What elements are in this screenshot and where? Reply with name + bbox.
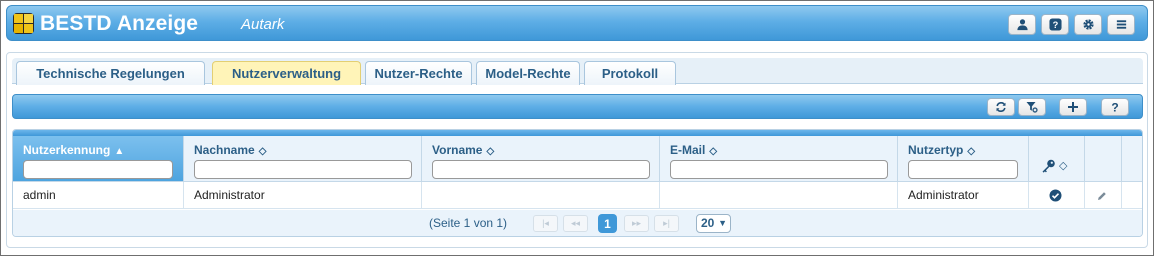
- grid-help-button[interactable]: ?: [1101, 98, 1129, 116]
- key-icon: [1042, 159, 1055, 173]
- cell-vorname: [422, 182, 660, 209]
- user-icon: [1016, 19, 1028, 31]
- help-icon: ?: [1048, 18, 1062, 31]
- next-page-icon: ▸▸: [631, 218, 642, 228]
- edit-icon[interactable]: [1097, 191, 1107, 201]
- user-grid: Nutzerkennung ▲ Nachname ◇ Vorname ◇ E-Mail…: [12, 129, 1143, 237]
- cell-nutzertyp: Administrator: [898, 182, 1029, 209]
- app-header: BESTD Anzeige Autark ?: [6, 5, 1148, 41]
- tab-nutzerverwaltung[interactable]: Nutzerverwaltung: [212, 61, 361, 85]
- column-label: Nutzertyp: [908, 143, 964, 157]
- clear-filter-icon: [1026, 102, 1038, 113]
- grid-toolbar: ?: [12, 94, 1143, 119]
- svg-text:?: ?: [1052, 20, 1058, 30]
- filter-nachname[interactable]: [194, 160, 412, 179]
- filter-vorname[interactable]: [432, 160, 650, 179]
- cell-action: [1085, 182, 1122, 209]
- gear-icon: [1082, 19, 1094, 30]
- clear-filter-button[interactable]: [1018, 98, 1046, 116]
- column-label: Nachname: [194, 143, 255, 157]
- column-header-extra: [1122, 136, 1142, 182]
- sort-asc-icon: ▲: [114, 146, 125, 157]
- column-header-nutzerkennung[interactable]: Nutzerkennung ▲: [13, 136, 184, 182]
- sort-both-icon: ◇: [486, 146, 495, 157]
- column-header-nachname[interactable]: Nachname ◇: [184, 136, 422, 182]
- cell-email: [660, 182, 898, 209]
- prev-page-icon: ◂◂: [570, 218, 581, 228]
- chevron-down-icon: ▼: [718, 218, 727, 228]
- sort-both-icon: ◇: [967, 146, 976, 157]
- sort-both-icon: ◇: [1059, 160, 1068, 172]
- user-button[interactable]: [1008, 14, 1036, 35]
- tab-nutzer-rechte[interactable]: Nutzer-Rechte: [365, 61, 472, 85]
- cell-extra: [1122, 182, 1142, 209]
- tab-model-rechte[interactable]: Model-Rechte: [476, 61, 580, 85]
- sort-both-icon: ◇: [709, 146, 718, 157]
- add-icon: [1068, 102, 1078, 112]
- svg-text:?: ?: [1111, 101, 1118, 113]
- tab-protokoll[interactable]: Protokoll: [584, 61, 676, 85]
- filter-nutzertyp[interactable]: [908, 160, 1018, 179]
- help-icon: ?: [1111, 101, 1118, 113]
- column-label: Vorname: [432, 143, 483, 157]
- add-button[interactable]: [1059, 98, 1087, 116]
- first-page-button[interactable]: |◂: [533, 215, 558, 232]
- check-icon: [1049, 189, 1062, 202]
- settings-button[interactable]: [1074, 14, 1102, 35]
- app-window: BESTD Anzeige Autark ? Technische Regelu…: [0, 0, 1154, 256]
- refresh-icon: [996, 101, 1006, 113]
- pager-status: (Seite 1 von 1): [429, 216, 508, 230]
- cell-key-status: [1029, 182, 1085, 209]
- sort-both-icon: ◇: [258, 146, 267, 157]
- app-subtitle: Autark: [241, 16, 285, 33]
- first-page-icon: |◂: [542, 218, 549, 228]
- filter-email[interactable]: [670, 160, 888, 179]
- column-header-key[interactable]: ◇: [1029, 136, 1085, 182]
- table-row[interactable]: admin Administrator Administrator: [13, 182, 1142, 209]
- page-size-select[interactable]: 20 ▼: [696, 214, 731, 233]
- menu-icon: [1116, 20, 1126, 29]
- prev-page-button[interactable]: ◂◂: [563, 215, 588, 232]
- column-header-nutzertyp[interactable]: Nutzertyp ◇: [898, 136, 1029, 182]
- tab-bar: Technische Regelungen Nutzerverwaltung N…: [12, 58, 1143, 85]
- menu-button[interactable]: [1107, 14, 1135, 35]
- column-header-email[interactable]: E-Mail ◇: [660, 136, 898, 182]
- last-page-icon: ▸|: [663, 218, 670, 228]
- column-header-action: [1085, 136, 1122, 182]
- cell-nachname: Administrator: [184, 182, 422, 209]
- filter-nutzerkennung[interactable]: [23, 160, 173, 179]
- app-logo-icon: [13, 13, 34, 34]
- help-button[interactable]: ?: [1041, 14, 1069, 35]
- column-header-vorname[interactable]: Vorname ◇: [422, 136, 660, 182]
- cell-nutzerkennung: admin: [13, 182, 184, 209]
- current-page[interactable]: 1: [598, 214, 617, 233]
- app-title: BESTD Anzeige: [40, 12, 199, 35]
- last-page-button[interactable]: ▸|: [654, 215, 679, 232]
- tab-technische-regelungen[interactable]: Technische Regelungen: [16, 61, 205, 85]
- next-page-button[interactable]: ▸▸: [624, 215, 649, 232]
- refresh-button[interactable]: [987, 98, 1015, 116]
- page-size-value: 20: [701, 216, 715, 230]
- column-label: Nutzerkennung: [23, 143, 111, 157]
- column-label: E-Mail: [670, 143, 706, 157]
- grid-pager: (Seite 1 von 1) |◂ ◂◂ 1 ▸▸ ▸| 20 ▼: [13, 210, 1142, 236]
- content-panel: Technische Regelungen Nutzerverwaltung N…: [6, 52, 1148, 248]
